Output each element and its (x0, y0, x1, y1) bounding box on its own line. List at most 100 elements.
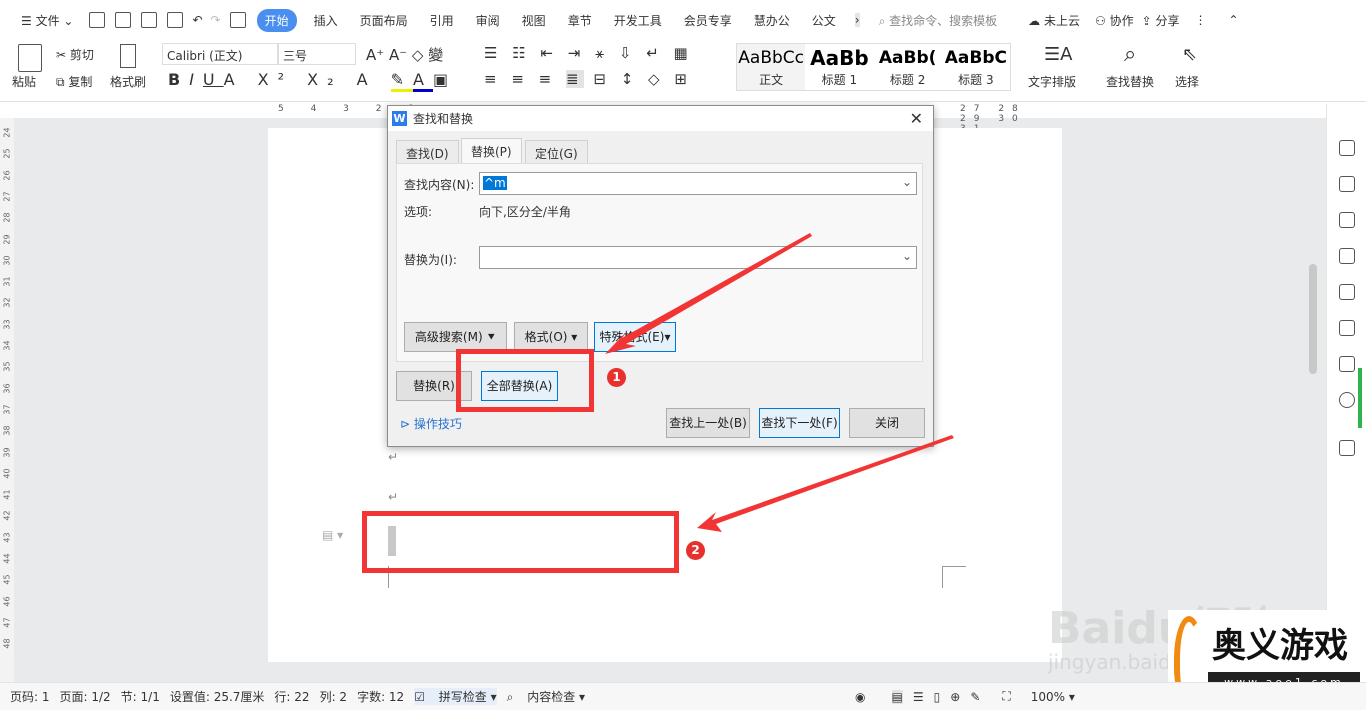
undo-icon[interactable]: ↶ (192, 13, 202, 27)
tab-layout[interactable]: 页面布局 (360, 12, 408, 29)
scrollbar-thumb[interactable] (1309, 264, 1317, 374)
annotation-badge-2: 2 (686, 541, 705, 560)
text-layout-button[interactable]: 文字排版 (1028, 73, 1076, 90)
print-icon[interactable] (141, 12, 158, 28)
style-normal[interactable]: AaBbCc 正文 (737, 44, 806, 90)
write-icon[interactable]: ✎ (970, 690, 980, 704)
zoom-select[interactable]: 100% ▾ (1021, 690, 1075, 704)
format-painter-button[interactable]: 格式刷 (110, 73, 146, 90)
cloud-button[interactable]: ☁ 未上云 (1028, 12, 1080, 29)
tab-review[interactable]: 审阅 (476, 12, 500, 29)
select-button[interactable]: 选择 (1175, 73, 1199, 90)
collab-button[interactable]: ⚇ 协作 (1095, 12, 1134, 29)
export-icon[interactable] (115, 12, 132, 28)
tab-insert[interactable]: 插入 (314, 12, 338, 29)
status-page-number[interactable]: 页码: 1 (10, 688, 50, 705)
status-col[interactable]: 列: 2 (320, 688, 348, 705)
style-heading-3[interactable]: AaBbC 标题 3 (942, 44, 1010, 90)
style-heading-2[interactable]: AaBb(标题 2 (874, 44, 942, 90)
tab-home[interactable]: 开始 (256, 8, 297, 32)
font-grow-shrink-icons[interactable]: A⁺ A⁻ ◇ 變 (366, 44, 443, 65)
font-name-select[interactable]: Calibri (正文) (162, 43, 278, 65)
vruler-tick: 31 (2, 276, 12, 287)
web-view-icon[interactable]: ⊕ (950, 690, 960, 704)
margin-corner (942, 566, 966, 588)
outline-view-icon[interactable]: ☰ (913, 690, 924, 704)
tab-gongwen[interactable]: 公文 (812, 12, 836, 29)
style-heading-1[interactable]: AaBb 标题 1 (805, 44, 873, 90)
find-previous-button[interactable]: 查找上一处(B) (666, 408, 750, 438)
tab-view[interactable]: 视图 (522, 12, 546, 29)
tab-section[interactable]: 章节 (568, 12, 592, 29)
options-value: 向下,区分全/半角 (479, 205, 571, 219)
fit-page-icon[interactable]: ⛶ (1002, 689, 1010, 704)
advanced-search-button[interactable]: 高级搜索(M) ⯆ (404, 322, 507, 352)
text-layout-icon[interactable]: ☰A (1044, 44, 1072, 65)
tips-link[interactable]: ⊳ 操作技巧 (400, 415, 462, 432)
more-icon[interactable]: ⋮ (1194, 13, 1206, 27)
find-next-button[interactable]: 查找下一处(F) (759, 408, 840, 438)
image-icon[interactable] (1339, 284, 1355, 300)
more-tabs-icon[interactable]: › (854, 13, 860, 27)
eye-protection-icon[interactable]: ◉ (855, 690, 865, 704)
status-pages[interactable]: 页面: 1/2 (60, 688, 111, 705)
status-setting[interactable]: 设置值: 25.7厘米 (170, 688, 265, 705)
collapse-ribbon-icon[interactable]: ⌃ (1228, 13, 1238, 27)
tab-references[interactable]: 引用 (430, 12, 454, 29)
tab-huibangong[interactable]: 慧办公 (754, 12, 790, 29)
find-replace-icon[interactable]: ⌕ (1124, 42, 1136, 67)
tab-member[interactable]: 会员专享 (684, 12, 732, 29)
find-replace-button[interactable]: 查找替换 (1106, 73, 1154, 90)
vruler-tick: 27 (2, 191, 12, 202)
select-icon[interactable]: ⇖ (1182, 44, 1197, 65)
chevron-down-icon[interactable]: ⌄ (902, 175, 912, 189)
close-icon[interactable]: ✕ (910, 109, 923, 128)
reading-view-icon[interactable]: ▯ (934, 690, 941, 704)
replace-input[interactable]: ⌄ (479, 246, 917, 269)
tab-goto[interactable]: 定位(G) (525, 140, 588, 164)
redo-icon[interactable]: ↷ (211, 13, 221, 27)
find-input[interactable]: ^m ⌄ (479, 172, 917, 195)
format-painter-icon[interactable] (120, 44, 136, 68)
file-menu[interactable]: ☰ 文件 ⌄ (21, 12, 73, 29)
vertical-ruler[interactable]: 24 25 26 27 28 29 30 31 32 33 34 35 36 37 38 39 40 41 42 43… (0, 118, 14, 682)
status-section[interactable]: 节: 1/1 (121, 688, 160, 705)
align-icons[interactable]: ≡ ≡ ≡ ≣ ⊟ ↕ ◇ ⊞ (484, 70, 692, 88)
help-icon[interactable] (1339, 392, 1355, 408)
font-size-select[interactable]: 三号 (278, 43, 356, 65)
ribbon: 粘贴 ✂ 剪切 ⧉ 复制 格式刷 Calibri (正文) 三号 A⁺ A⁻ ◇… (0, 40, 1366, 102)
rocket-icon[interactable] (1339, 140, 1355, 156)
content-check-button[interactable]: ⌕ 内容检查 ▾ (507, 688, 585, 705)
copy-button[interactable]: ⧉ 复制 (56, 73, 92, 90)
paragraph-icons[interactable]: ☰ ☷ ⇤ ⇥ ⚹ ⇩ ↵ ▦ (484, 44, 693, 62)
status-row[interactable]: 行: 22 (274, 688, 309, 705)
style-gallery[interactable]: AaBbCc 正文 AaBb 标题 1 AaBb(标题 2 AaBbC 标题 3 (736, 43, 1011, 91)
print-preview-icon[interactable] (167, 12, 184, 28)
paragraph-menu-icon[interactable]: ▤ ▾ (322, 528, 343, 542)
tab-developer[interactable]: 开发工具 (614, 12, 662, 29)
book-icon[interactable] (1339, 356, 1355, 372)
spell-check-button[interactable]: ☑ 拼写检查 ▾ (414, 688, 497, 705)
tab-replace[interactable]: 替换(P) (461, 138, 522, 165)
format-button[interactable]: 格式(O) ▾ (514, 322, 588, 352)
dialog-title-bar[interactable]: W 查找和替换 ✕ (388, 106, 933, 131)
status-word-count[interactable]: 字数: 12 (357, 688, 404, 705)
pen-icon[interactable] (1339, 176, 1355, 192)
pointer-icon[interactable] (1339, 212, 1355, 228)
settings-sliders-icon[interactable] (1339, 248, 1355, 264)
save-icon[interactable] (89, 12, 106, 28)
location-icon[interactable] (1339, 320, 1355, 336)
share-file-icon[interactable] (229, 12, 246, 28)
tab-find[interactable]: 查找(D) (396, 140, 459, 164)
paste-button[interactable]: 粘贴 (12, 73, 36, 90)
font-format-icons[interactable]: BIUA X² X₂ A ✎A▣ (168, 70, 457, 92)
share-button[interactable]: ⇪ 分享 (1142, 12, 1180, 29)
cut-button[interactable]: ✂ 剪切 (56, 46, 94, 63)
command-search[interactable]: ⌕ 查找命令、搜索模板 (879, 12, 998, 29)
page-view-icon[interactable]: ▤ (891, 689, 903, 704)
close-button[interactable]: 关闭 (849, 408, 925, 438)
share-doc-icon[interactable] (1339, 440, 1355, 456)
special-format-button[interactable]: 特殊格式(E)▾ (594, 322, 676, 352)
paste-icon[interactable] (18, 44, 42, 72)
chevron-down-icon[interactable]: ⌄ (902, 249, 912, 263)
